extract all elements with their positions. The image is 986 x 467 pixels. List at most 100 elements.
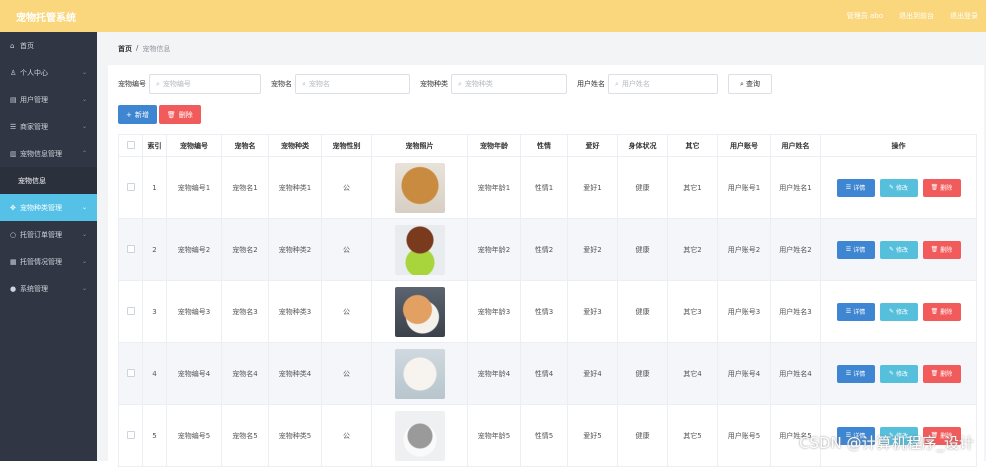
sidebar-item-label: 托管情况管理 — [20, 257, 62, 267]
cell-pet-age: 宠物年龄4 — [468, 343, 521, 405]
row-select-cell[interactable] — [119, 343, 143, 405]
cell-pet-kind: 宠物种类1 — [269, 157, 322, 219]
user-icon: ♙ — [10, 69, 20, 77]
cell-account: 用户账号2 — [718, 219, 771, 281]
row-select-cell[interactable] — [119, 405, 143, 467]
cell-pet-name: 宠物名1 — [222, 157, 269, 219]
table-header-row: 索引 宠物编号 宠物名 宠物种类 宠物性别 宠物照片 宠物年龄 性情 爱好 身体… — [119, 135, 977, 157]
search-button-label: 查询 — [746, 79, 760, 89]
detail-button[interactable]: ☰详情 — [837, 241, 875, 259]
edit-button[interactable]: ✎修改 — [880, 179, 918, 197]
column-header: 性情 — [521, 135, 568, 157]
breadcrumb-current: 宠物信息 — [142, 44, 170, 54]
delete-button[interactable]: 🗑删除 — [923, 365, 961, 383]
column-header: 宠物名 — [222, 135, 269, 157]
cell-operations: ☰详情 ✎修改 🗑删除 — [821, 219, 977, 281]
breadcrumb: 首页 / 宠物信息 — [118, 44, 170, 54]
white-cat-photo — [395, 349, 445, 399]
edit-button[interactable]: ✎修改 — [880, 241, 918, 259]
sidebar-item-home[interactable]: ⌂ 首页 — [0, 32, 97, 59]
sidebar-item-merchants[interactable]: ☰ 商家管理 ⌄ — [0, 113, 97, 140]
cell-pet-age: 宠物年龄3 — [468, 281, 521, 343]
cell-health: 健康 — [618, 219, 668, 281]
cell-pet-name: 宠物名5 — [222, 405, 269, 467]
front-link[interactable]: 退出到前台 — [899, 11, 934, 21]
detail-icon: ☰ — [846, 184, 851, 191]
cell-pet-age: 宠物年龄1 — [468, 157, 521, 219]
row-checkbox[interactable] — [127, 369, 135, 377]
cell-operations: ☰详情 ✎修改 🗑删除 — [821, 281, 977, 343]
delete-button[interactable]: 🗑删除 — [923, 303, 961, 321]
content-panel: 宠物编号 ⌕ 宠物编号 宠物名 ⌕ 宠物名 宠物种类 ⌕ 宠物种类 用户姓名 ⌕… — [108, 65, 984, 461]
cell-username: 用户姓名2 — [771, 219, 821, 281]
logout-link[interactable]: 退出登录 — [950, 11, 978, 21]
detail-button[interactable]: ☰详情 — [837, 365, 875, 383]
bulk-delete-button[interactable]: 🗑 删除 — [159, 105, 201, 124]
edit-button[interactable]: ✎修改 — [880, 303, 918, 321]
cell-temper: 性情3 — [521, 281, 568, 343]
select-all-cell[interactable] — [119, 135, 143, 157]
cell-account: 用户账号3 — [718, 281, 771, 343]
row-select-cell[interactable] — [119, 219, 143, 281]
sidebar-item-status[interactable]: ▦ 托管情况管理 ⌄ — [0, 248, 97, 275]
pet-code-input[interactable]: ⌕ 宠物编号 — [149, 74, 261, 94]
table-row[interactable]: 2宠物编号2宠物名2宠物种类2公宠物年龄2性情2爱好2健康其它2用户账号2用户姓… — [119, 219, 977, 281]
row-checkbox[interactable] — [127, 307, 135, 315]
sidebar-item-pet-kind[interactable]: ✥ 宠物种类管理 ⌄ — [0, 194, 97, 221]
filter-label-kind: 宠物种类 — [420, 79, 448, 89]
detail-label: 详情 — [853, 369, 865, 378]
sidebar-item-label: 宠物信息管理 — [20, 149, 62, 159]
sidebar-subitem-pet-info[interactable]: 宠物信息 — [0, 167, 97, 194]
row-select-cell[interactable] — [119, 157, 143, 219]
cell-pet-name: 宠物名2 — [222, 219, 269, 281]
filter-label-username: 用户姓名 — [577, 79, 605, 89]
table-row[interactable]: 3宠物编号3宠物名3宠物种类3公宠物年龄3性情3爱好3健康其它3用户账号3用户姓… — [119, 281, 977, 343]
edit-button[interactable]: ✎修改 — [880, 365, 918, 383]
username-input[interactable]: ⌕ 用户姓名 — [608, 74, 718, 94]
column-header: 用户姓名 — [771, 135, 821, 157]
trash-icon: 🗑 — [931, 308, 939, 315]
add-button[interactable]: + 新增 — [118, 105, 157, 124]
search-icon: ⌕ — [740, 80, 744, 89]
cell-health: 健康 — [618, 405, 668, 467]
row-select-cell[interactable] — [119, 281, 143, 343]
main-content: 首页 / 宠物信息 宠物编号 ⌕ 宠物编号 宠物名 ⌕ 宠物名 宠物种类 ⌕ 宠… — [97, 32, 986, 461]
delete-label: 删除 — [940, 183, 952, 192]
search-icon: ⌕ — [615, 80, 619, 89]
row-checkbox[interactable] — [127, 183, 135, 191]
row-checkbox[interactable] — [127, 245, 135, 253]
pet-name-placeholder: 宠物名 — [309, 79, 330, 89]
search-button[interactable]: ⌕ 查询 — [728, 74, 772, 94]
pet-name-input[interactable]: ⌕ 宠物名 — [295, 74, 410, 94]
select-all-checkbox[interactable] — [127, 141, 135, 149]
detail-button[interactable]: ☰详情 — [837, 303, 875, 321]
cell-username: 用户姓名4 — [771, 343, 821, 405]
watermark: CSDN @计算机程序_设计 — [799, 432, 974, 453]
cell-other: 其它2 — [668, 219, 718, 281]
row-checkbox[interactable] — [127, 431, 135, 439]
status-icon: ▦ — [10, 258, 20, 266]
table-row[interactable]: 1宠物编号1宠物名1宠物种类1公宠物年龄1性情1爱好1健康其它1用户账号1用户姓… — [119, 157, 977, 219]
sidebar-item-system[interactable]: ● 系统管理 ⌄ — [0, 275, 97, 302]
sidebar-item-users[interactable]: ▤ 用户管理 ⌄ — [0, 86, 97, 113]
delete-button[interactable]: 🗑删除 — [923, 179, 961, 197]
cell-pet-age: 宠物年龄2 — [468, 219, 521, 281]
sidebar-item-profile[interactable]: ♙ 个人中心 ⌄ — [0, 59, 97, 86]
edit-icon: ✎ — [889, 370, 894, 377]
column-header: 爱好 — [568, 135, 618, 157]
sidebar-item-label: 商家管理 — [20, 122, 48, 132]
table-row[interactable]: 4宠物编号4宠物名4宠物种类4公宠物年龄4性情4爱好4健康其它4用户账号4用户姓… — [119, 343, 977, 405]
cell-index: 1 — [143, 157, 167, 219]
sidebar-item-orders[interactable]: ○ 托管订单管理 ⌄ — [0, 221, 97, 248]
cell-pet-kind: 宠物种类2 — [269, 219, 322, 281]
delete-button[interactable]: 🗑删除 — [923, 241, 961, 259]
sidebar-item-label: 宠物种类管理 — [20, 203, 62, 213]
sidebar-item-pet-info[interactable]: ▥ 宠物信息管理 ⌃ — [0, 140, 97, 167]
cell-health: 健康 — [618, 157, 668, 219]
breadcrumb-home[interactable]: 首页 — [118, 44, 132, 54]
cell-index: 3 — [143, 281, 167, 343]
column-header: 宠物种类 — [269, 135, 322, 157]
detail-button[interactable]: ☰详情 — [837, 179, 875, 197]
pet-kind-input[interactable]: ⌕ 宠物种类 — [451, 74, 567, 94]
cell-other: 其它1 — [668, 157, 718, 219]
